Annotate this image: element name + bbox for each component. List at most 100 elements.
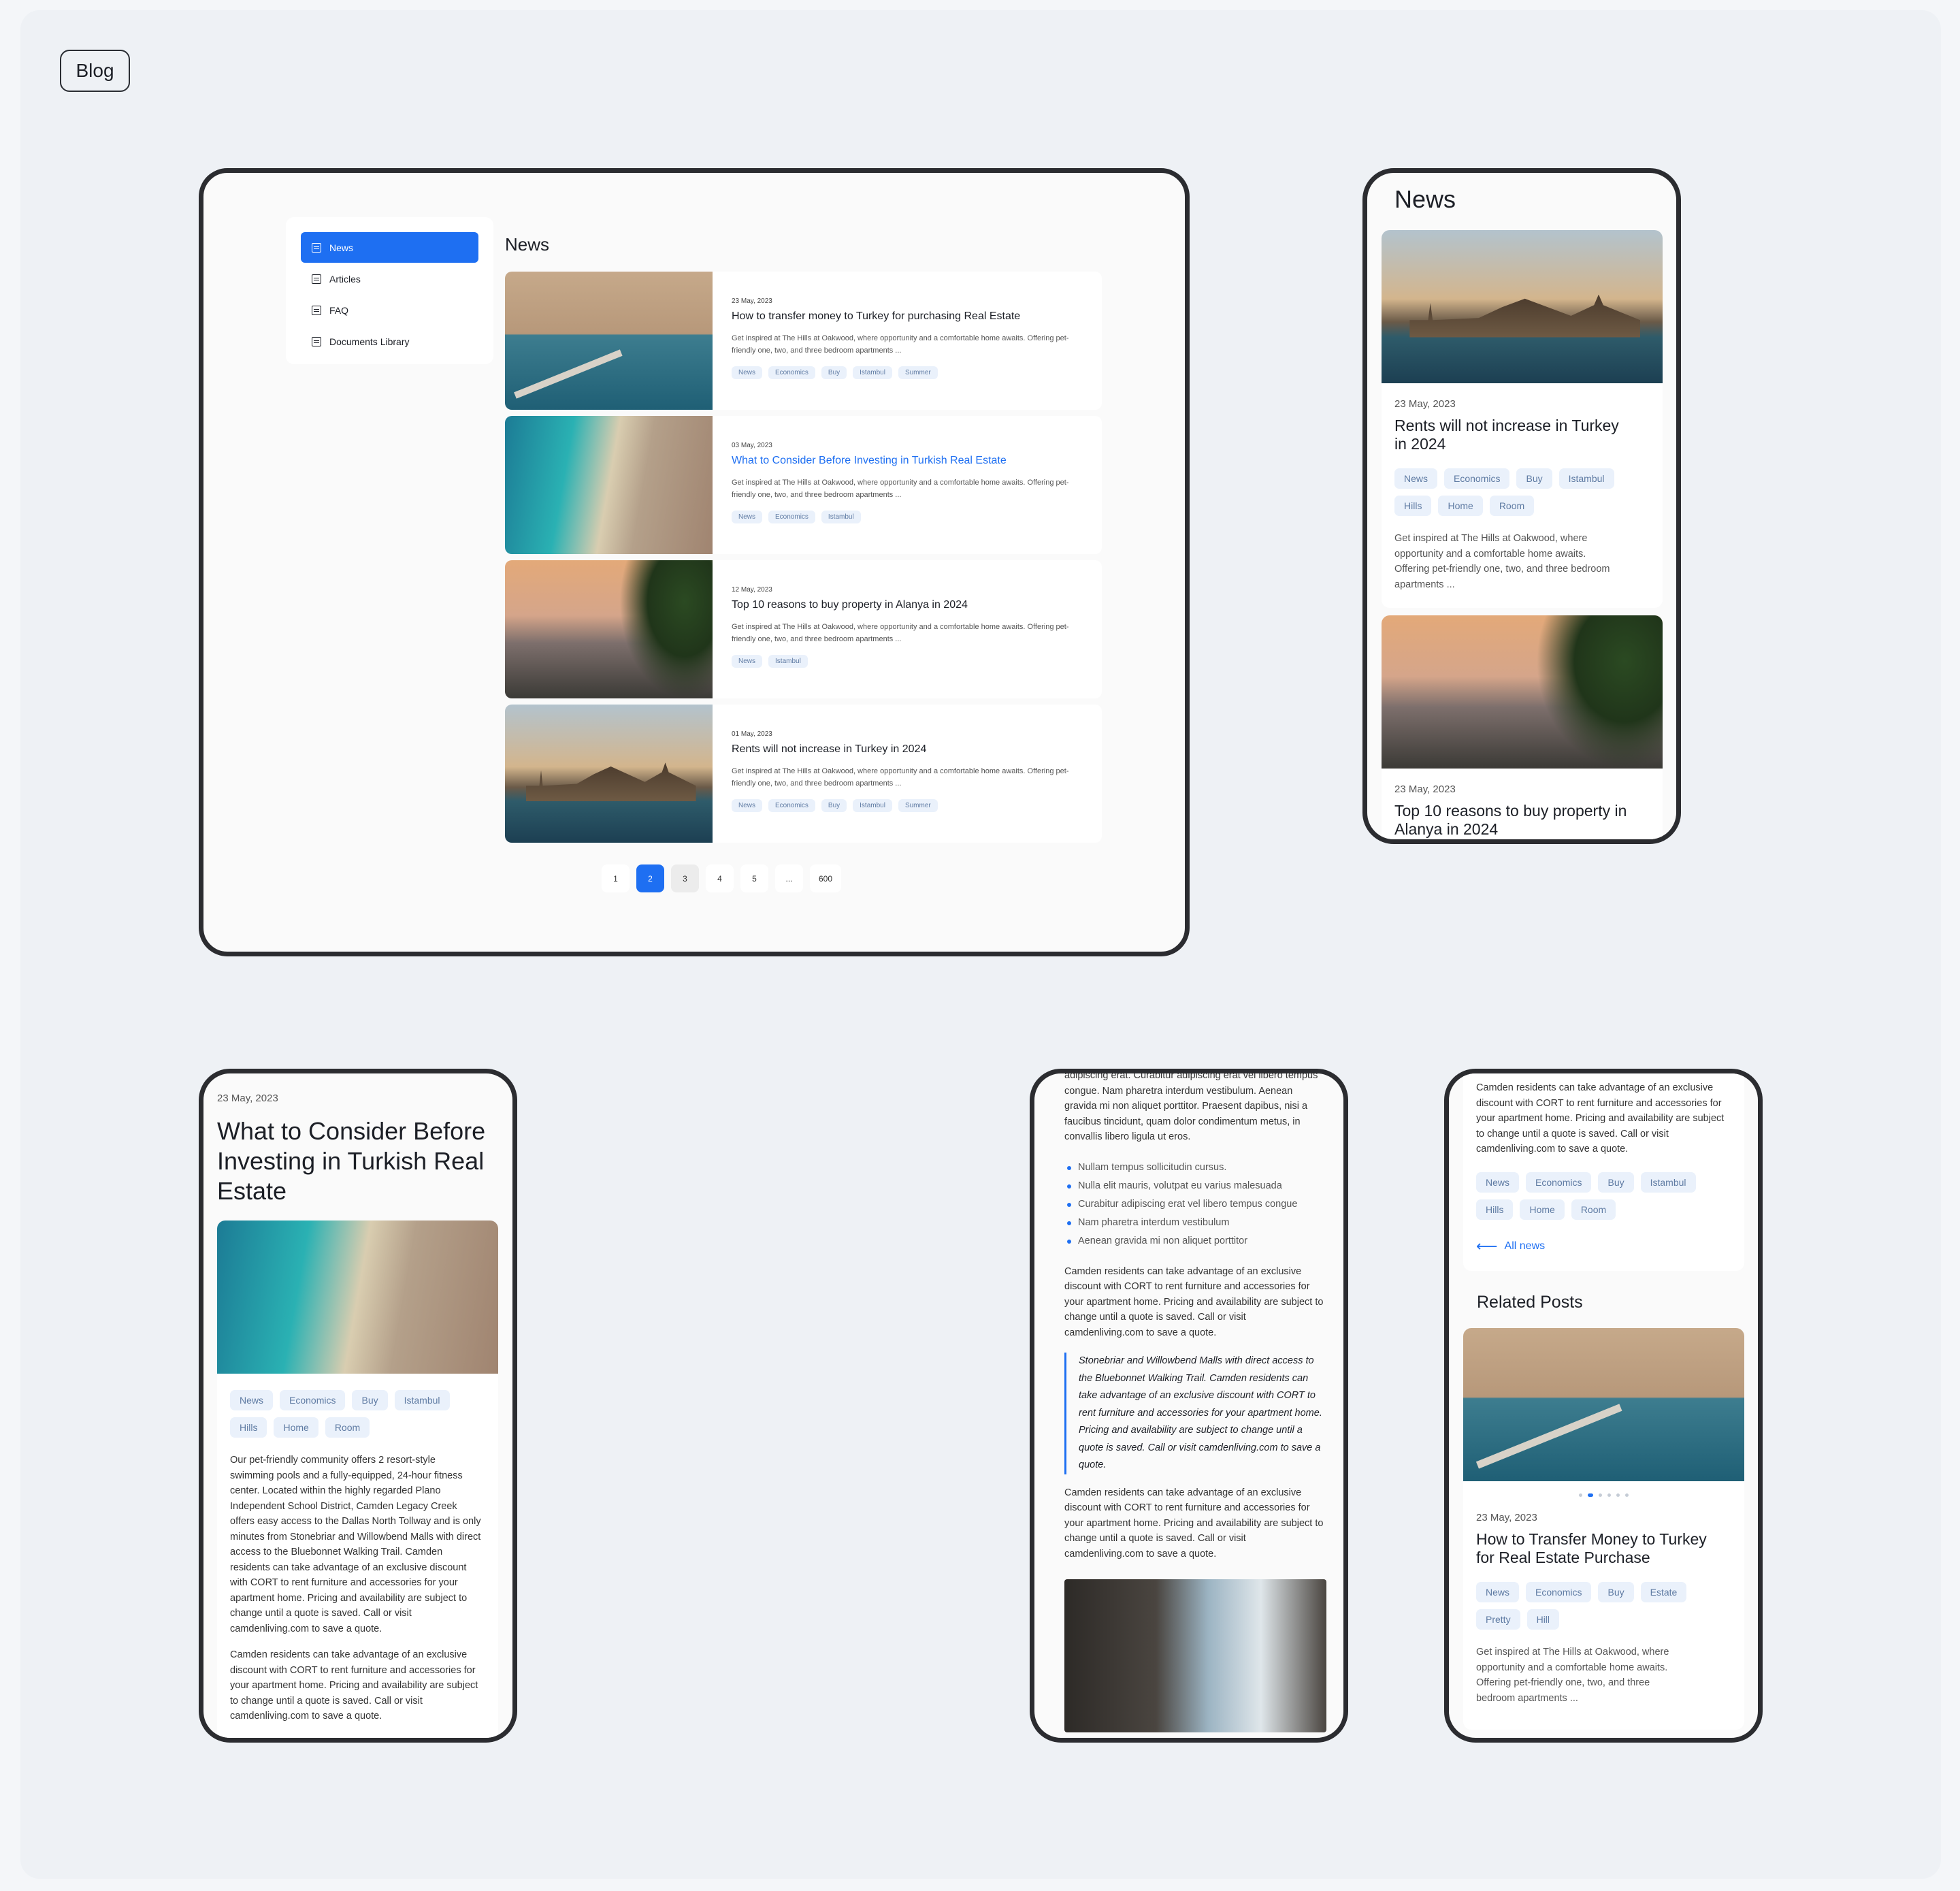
archive-icon — [312, 336, 321, 346]
tag[interactable]: Istambul — [768, 655, 808, 668]
tag[interactable]: Home — [1438, 496, 1483, 516]
tag[interactable]: Buy — [1516, 468, 1552, 489]
news-card[interactable]: 23 May, 2023 How to transfer money to Tu… — [505, 272, 1102, 410]
tag-list: News Economics Buy Estate Pretty Hill — [1476, 1582, 1721, 1630]
news-date: 12 May, 2023 — [732, 586, 772, 594]
sidebar-item-news[interactable]: News — [301, 232, 478, 263]
list-item: Curabitur adipiscing erat vel libero tem… — [1064, 1195, 1326, 1214]
news-card[interactable]: 23 May, 2023 Top 10 reasons to buy prope… — [1382, 615, 1663, 839]
tag[interactable]: Summer — [898, 366, 938, 379]
tag[interactable]: Economics — [768, 366, 815, 379]
tag[interactable]: Home — [274, 1417, 318, 1438]
tag[interactable]: Economics — [1526, 1171, 1592, 1193]
tag[interactable]: News — [1394, 468, 1438, 489]
news-card[interactable]: 12 May, 2023 Top 10 reasons to buy prope… — [505, 560, 1102, 698]
carousel-dot[interactable] — [1599, 1493, 1602, 1497]
tag[interactable]: Buy — [821, 366, 847, 379]
article-paragraph: Camden residents can take advantage of a… — [1064, 1265, 1324, 1338]
tag[interactable]: Hills — [230, 1417, 267, 1438]
tag[interactable]: Istambul — [1558, 468, 1614, 489]
tag[interactable]: Istambul — [853, 799, 892, 812]
article-date: 23 May, 2023 — [217, 1093, 278, 1104]
tag[interactable]: Buy — [1598, 1582, 1634, 1602]
carousel-dot[interactable] — [1588, 1493, 1593, 1497]
tag[interactable]: Home — [1520, 1199, 1565, 1220]
article-icon — [312, 274, 321, 284]
tag[interactable]: Room — [1571, 1199, 1616, 1220]
news-card[interactable]: 23 May, 2023 Rents will not increase in … — [1382, 230, 1663, 608]
tag[interactable]: Estate — [1640, 1582, 1687, 1602]
tag[interactable]: Istambul — [394, 1390, 450, 1410]
news-excerpt: Get inspired at The Hills at Oakwood, wh… — [732, 334, 1069, 355]
news-excerpt: Get inspired at The Hills at Oakwood, wh… — [732, 479, 1069, 499]
article-footer: Camden residents can take advantage of a… — [1463, 1073, 1744, 1271]
tag[interactable]: Room — [325, 1417, 370, 1438]
list-item: Aenean gravida mi non aliquet porttitor — [1064, 1232, 1326, 1250]
carousel-dot[interactable] — [1616, 1493, 1620, 1497]
news-title[interactable]: What to Consider Before Investing in Tur… — [732, 455, 1072, 467]
sidebar-item-label: Articles — [329, 273, 361, 285]
tag[interactable]: Istambul — [1640, 1171, 1696, 1193]
tag[interactable]: Economics — [768, 799, 815, 812]
news-card-image — [505, 705, 713, 843]
news-title[interactable]: How to transfer money to Turkey for purc… — [732, 310, 1072, 323]
tag[interactable]: Room — [1489, 496, 1535, 516]
related-post-card[interactable]: 23 May, 2023 How to Transfer Money to Tu… — [1463, 1328, 1744, 1730]
page-button-last[interactable]: 600 — [810, 864, 841, 892]
tag[interactable]: Pretty — [1476, 1609, 1520, 1630]
carousel-dot[interactable] — [1625, 1493, 1629, 1497]
news-title[interactable]: Top 10 reasons to buy property in Alanya… — [1394, 802, 1646, 839]
carousel-dot[interactable] — [1607, 1493, 1611, 1497]
mobile-related-frame: Camden residents can take advantage of a… — [1444, 1069, 1763, 1743]
tag[interactable]: Istambul — [853, 366, 892, 379]
news-card[interactable]: 01 May, 2023 Rents will not increase in … — [505, 705, 1102, 843]
tag[interactable]: Economics — [1444, 468, 1510, 489]
tag[interactable]: News — [732, 366, 763, 379]
tag[interactable]: Hill — [1526, 1609, 1560, 1630]
news-title[interactable]: Rents will not increase in Turkey in 202… — [1394, 417, 1626, 453]
tag[interactable]: Buy — [821, 799, 847, 812]
tag[interactable]: Buy — [1598, 1171, 1634, 1193]
bullet-list: Nullam tempus sollicitudin cursus. Nulla… — [1064, 1159, 1326, 1250]
tag[interactable]: Summer — [898, 799, 938, 812]
tag[interactable]: News — [732, 799, 763, 812]
page-button[interactable]: 1 — [602, 864, 630, 892]
tag[interactable]: News — [1476, 1171, 1520, 1193]
sidebar-item-articles[interactable]: Articles — [301, 263, 478, 294]
tag[interactable]: Economics — [280, 1390, 346, 1410]
post-title[interactable]: How to Transfer Money to Turkey for Real… — [1476, 1530, 1728, 1567]
page-button[interactable]: 3 — [671, 864, 699, 892]
sidebar-item-faq[interactable]: FAQ — [301, 295, 478, 325]
article-paragraph: adipiscing erat. Curabitur adipiscing er… — [1064, 1070, 1318, 1142]
tag-list: News Economics Buy Istambul Hills Home R… — [230, 1390, 475, 1438]
news-date: 23 May, 2023 — [1394, 783, 1456, 795]
post-date: 23 May, 2023 — [1476, 1512, 1537, 1523]
page-title: News — [1394, 185, 1456, 213]
tag[interactable]: Hills — [1476, 1199, 1514, 1220]
tag[interactable]: News — [732, 511, 763, 523]
news-card[interactable]: 03 May, 2023 What to Consider Before Inv… — [505, 416, 1102, 554]
page-button[interactable]: 4 — [706, 864, 734, 892]
tag[interactable]: News — [230, 1390, 274, 1410]
news-title[interactable]: Rents will not increase in Turkey in 202… — [732, 743, 1072, 756]
carousel-dot[interactable] — [1579, 1493, 1582, 1497]
news-card-image — [505, 416, 713, 554]
news-title[interactable]: Top 10 reasons to buy property in Alanya… — [732, 599, 1072, 611]
tag-list: News Economics Istambul — [732, 511, 1072, 523]
tag[interactable]: News — [732, 655, 763, 668]
article-image — [217, 1221, 498, 1374]
tag[interactable]: Hills — [1394, 496, 1432, 516]
tag[interactable]: Istambul — [821, 511, 861, 523]
page-button[interactable]: 5 — [740, 864, 768, 892]
sidebar-item-documents[interactable]: Documents Library — [301, 326, 478, 357]
tag[interactable]: Economics — [1526, 1582, 1592, 1602]
tag[interactable]: Buy — [352, 1390, 388, 1410]
mobile-news-frame: News 23 May, 2023 Rents will not increas… — [1362, 168, 1681, 844]
list-item: Nullam tempus sollicitudin cursus. — [1064, 1159, 1326, 1177]
page-title: News — [505, 234, 550, 255]
tag[interactable]: News — [1476, 1582, 1520, 1602]
mobile-body-frame: adipiscing erat. Curabitur adipiscing er… — [1030, 1069, 1348, 1743]
tag[interactable]: Economics — [768, 511, 815, 523]
all-news-link[interactable]: ⟵ All news — [1476, 1238, 1731, 1255]
page-button-current[interactable]: 2 — [636, 864, 664, 892]
